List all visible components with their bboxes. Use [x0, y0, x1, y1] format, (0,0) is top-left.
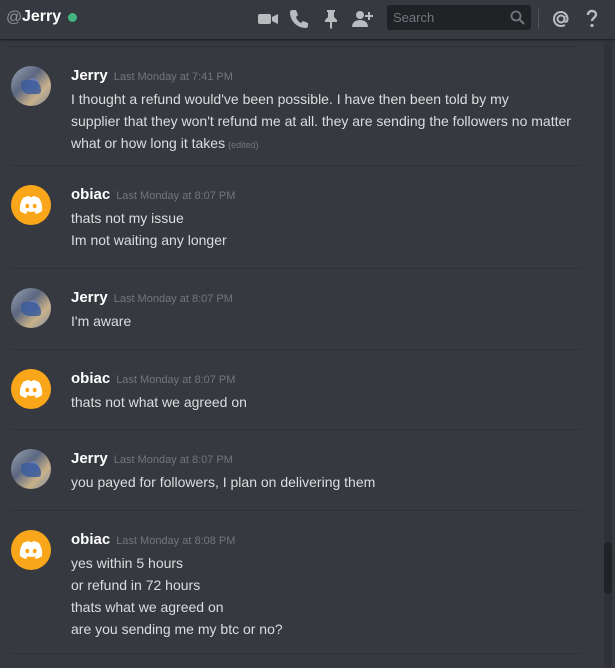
discord-logo-icon — [19, 541, 43, 559]
phone-icon[interactable] — [288, 8, 310, 30]
message-divider — [10, 349, 581, 350]
message-author[interactable]: Jerry Last Monday at 8:07 PM — [71, 289, 233, 306]
author-name[interactable]: Jerry — [71, 289, 108, 306]
message-text: what or how long it takes (edited) — [71, 132, 259, 156]
video-icon[interactable] — [257, 8, 279, 30]
message-timestamp: Last Monday at 8:07 PM — [113, 454, 233, 466]
message-timestamp: Last Monday at 8:07 PM — [116, 374, 236, 386]
search-icon[interactable] — [510, 10, 525, 25]
message-divider — [10, 165, 581, 166]
message-list[interactable]: Jerry Last Monday at 7:41 PM I thought a … — [0, 41, 602, 668]
message-text: thats not my issue — [71, 210, 184, 226]
message-text: supplier that they won't refund me at al… — [71, 113, 571, 129]
message-author[interactable]: Jerry Last Monday at 8:07 PM — [71, 450, 233, 467]
online-status-dot — [68, 13, 77, 22]
avatar[interactable] — [11, 449, 51, 489]
message-text: I'm aware — [71, 313, 132, 329]
message-divider — [10, 429, 581, 430]
message-text: yes within 5 hours — [71, 555, 184, 571]
message-text: Im not waiting any longer — [71, 232, 227, 248]
message-text: thats not what we agreed on — [71, 394, 247, 410]
author-name[interactable]: Jerry — [71, 450, 108, 467]
search-input[interactable] — [387, 5, 505, 30]
edited-label: (edited) — [228, 140, 259, 150]
channel-header: @ Jerry — [0, 0, 615, 40]
add-friend-icon[interactable] — [351, 8, 373, 30]
author-name[interactable]: obiac — [71, 186, 110, 203]
avatar[interactable] — [11, 369, 51, 409]
mention-icon[interactable] — [550, 8, 572, 30]
scrollbar-thumb[interactable] — [604, 542, 612, 594]
message-divider — [10, 653, 581, 654]
channel-name: Jerry — [22, 8, 62, 25]
message-author[interactable]: obiac Last Monday at 8:07 PM — [71, 370, 235, 387]
help-icon[interactable] — [581, 8, 603, 30]
header-divider — [538, 9, 539, 29]
message-author[interactable]: obiac Last Monday at 8:08 PM — [71, 531, 235, 548]
message-text: are you sending me my btc or no? — [71, 621, 283, 637]
message-text: or refund in 72 hours — [71, 577, 201, 593]
message-text: thats what we agreed on — [71, 599, 224, 615]
discord-logo-icon — [19, 196, 43, 214]
avatar[interactable] — [11, 66, 51, 106]
message-timestamp: Last Monday at 8:08 PM — [116, 535, 236, 547]
message-text-content: what or how long it takes — [71, 135, 226, 151]
discord-logo-icon — [19, 380, 43, 398]
author-name[interactable]: Jerry — [71, 67, 108, 84]
message-text: I thought a refund would've been possibl… — [71, 91, 509, 107]
avatar[interactable] — [11, 185, 51, 225]
avatar[interactable] — [11, 288, 51, 328]
author-name[interactable]: obiac — [71, 531, 110, 548]
message-timestamp: Last Monday at 8:07 PM — [113, 293, 233, 305]
avatar[interactable] — [11, 530, 51, 570]
message-text: you payed for followers, I plan on deliv… — [71, 474, 376, 490]
message-author[interactable]: obiac Last Monday at 8:07 PM — [71, 186, 235, 203]
message-divider — [10, 46, 581, 47]
author-name[interactable]: obiac — [71, 370, 110, 387]
message-timestamp: Last Monday at 7:41 PM — [113, 71, 233, 83]
search-box[interactable] — [387, 5, 531, 30]
message-timestamp: Last Monday at 8:07 PM — [116, 190, 236, 202]
pin-icon[interactable] — [320, 8, 342, 30]
at-symbol: @ — [6, 9, 23, 26]
message-divider — [10, 268, 581, 269]
message-author[interactable]: Jerry Last Monday at 7:41 PM — [71, 67, 233, 84]
message-divider — [10, 510, 581, 511]
